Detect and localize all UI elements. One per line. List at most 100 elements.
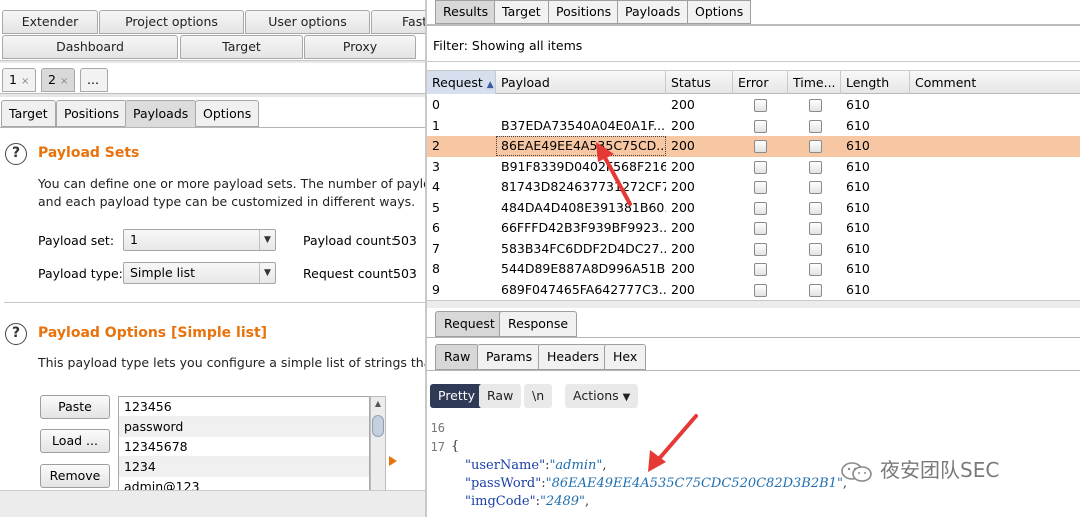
- timeout-checkbox[interactable]: [809, 160, 822, 174]
- tab-raw[interactable]: Raw: [435, 344, 480, 370]
- raw-button[interactable]: Raw: [479, 384, 522, 408]
- column-header-time[interactable]: Time...: [788, 71, 841, 94]
- actions-label: Actions: [573, 388, 619, 403]
- table-row[interactable]: 8 544D89E887A8D996A51B... 200 610: [427, 259, 1080, 280]
- error-checkbox[interactable]: [754, 263, 767, 276]
- load-button[interactable]: Load ...: [40, 429, 110, 453]
- expand-arrow-icon[interactable]: [389, 456, 397, 466]
- filter-bar[interactable]: Filter: Showing all items: [427, 30, 1080, 62]
- tab-target[interactable]: Target: [1, 100, 56, 127]
- table-row[interactable]: 7 583B34FC6DDF2D4DC27... 200 610: [427, 239, 1080, 260]
- error-checkbox[interactable]: [754, 140, 767, 153]
- tab-dashboard[interactable]: Dashboard: [2, 35, 178, 59]
- table-row[interactable]: 4 81743D824637731272CF7... 200 610: [427, 177, 1080, 198]
- timeout-checkbox[interactable]: [809, 99, 822, 112]
- help-icon[interactable]: ?: [5, 143, 27, 165]
- column-header-length[interactable]: Length: [841, 71, 910, 94]
- error-checkbox[interactable]: [754, 119, 767, 133]
- payload-list-scrollbar[interactable]: ▲: [370, 396, 386, 496]
- tab-extender[interactable]: Extender: [2, 10, 98, 34]
- close-icon[interactable]: ×: [21, 76, 29, 87]
- timeout-checkbox[interactable]: [809, 222, 822, 235]
- error-checkbox[interactable]: [754, 201, 767, 215]
- table-row[interactable]: 0 200 610: [427, 95, 1080, 116]
- tab-hex[interactable]: Hex: [604, 344, 647, 370]
- timeout-checkbox[interactable]: [809, 119, 822, 133]
- tab-payloads[interactable]: Payloads: [125, 100, 197, 127]
- table-row[interactable]: 9 689F047465FA642777C3... 200 610: [427, 280, 1080, 301]
- remove-button[interactable]: Remove: [40, 464, 110, 488]
- message-view-tabs: Raw Params Headers Hex: [427, 344, 1080, 371]
- json-key: "passWord": [465, 476, 542, 491]
- scrollbar-thumb[interactable]: [372, 415, 384, 437]
- tab-params[interactable]: Params: [477, 344, 542, 370]
- payload-count-value: 503: [393, 233, 417, 248]
- error-checkbox[interactable]: [754, 242, 767, 256]
- watermark: 夜安团队SEC: [840, 454, 999, 483]
- cell-req: 1: [432, 117, 440, 133]
- pretty-button[interactable]: Pretty: [430, 384, 484, 408]
- payload-type-select[interactable]: Simple list ▼: [123, 262, 276, 284]
- pane-splitter[interactable]: [427, 300, 1080, 308]
- tab-fast[interactable]: Fast: [371, 10, 425, 34]
- paste-button[interactable]: Paste: [40, 395, 110, 419]
- timeout-checkbox[interactable]: [809, 242, 822, 256]
- attack-tab-label: 2: [48, 72, 56, 87]
- sort-asc-icon: ▲: [486, 80, 494, 90]
- payload-list[interactable]: 123456 password 12345678 1234 admin@123: [118, 396, 370, 496]
- column-header-payload[interactable]: Payload: [496, 71, 666, 94]
- table-row[interactable]: 1 B37EDA73540A04E0A1F... 200 610: [427, 116, 1080, 137]
- column-header-status[interactable]: Status: [666, 71, 733, 94]
- cell-payload: B91F8339D0402F568F216...: [501, 158, 666, 174]
- timeout-checkbox[interactable]: [809, 283, 822, 297]
- timeout-checkbox[interactable]: [809, 263, 822, 276]
- list-item[interactable]: 123456: [119, 397, 369, 417]
- error-checkbox[interactable]: [754, 181, 767, 194]
- error-checkbox[interactable]: [754, 99, 767, 112]
- attack-tab-more[interactable]: ...: [80, 68, 108, 92]
- tab-options[interactable]: Options: [195, 100, 260, 127]
- scroll-up-icon[interactable]: ▲: [371, 397, 385, 411]
- focus-outline: [496, 136, 666, 156]
- cell-payload: 81743D824637731272CF7...: [501, 179, 666, 194]
- list-item[interactable]: password: [119, 417, 369, 437]
- error-checkbox[interactable]: [754, 160, 767, 174]
- table-row[interactable]: 5 484DA4D408E391381B60... 200 610: [427, 198, 1080, 219]
- timeout-checkbox[interactable]: [809, 181, 822, 194]
- tab-positions[interactable]: Positions: [548, 0, 620, 24]
- tab-request[interactable]: Request: [435, 311, 504, 337]
- list-item[interactable]: 12345678: [119, 437, 369, 457]
- actions-menu-button[interactable]: Actions ▼: [565, 384, 639, 408]
- tab-options[interactable]: Options: [687, 0, 752, 24]
- table-row[interactable]: 6 66FFFD42B3F939BF9923... 200 610: [427, 218, 1080, 239]
- payload-set-select[interactable]: 1 ▼: [123, 229, 276, 251]
- close-icon[interactable]: ×: [60, 76, 68, 87]
- table-row[interactable]: 3 B91F8339D0402F568F216... 200 610: [427, 157, 1080, 178]
- payload-sets-heading: Payload Sets: [38, 145, 140, 161]
- tab-results[interactable]: Results: [435, 0, 497, 24]
- list-item[interactable]: 1234: [119, 457, 369, 477]
- tab-payloads[interactable]: Payloads: [617, 0, 689, 24]
- attack-tab-1[interactable]: 1 ×: [2, 68, 37, 92]
- tab-headers[interactable]: Headers: [538, 344, 609, 370]
- newline-toggle-button[interactable]: \n: [524, 384, 553, 408]
- tab-proxy[interactable]: Proxy: [304, 35, 416, 59]
- tab-project-options[interactable]: Project options: [99, 10, 244, 34]
- tab-user-options[interactable]: User options: [245, 10, 370, 34]
- payload-options-heading: Payload Options [Simple list]: [38, 325, 268, 341]
- tab-response[interactable]: Response: [499, 311, 578, 337]
- error-checkbox[interactable]: [754, 283, 767, 297]
- table-row[interactable]: 2 86EAE49EE4A535C75CD... 200 610: [427, 136, 1080, 157]
- tab-target[interactable]: Target: [180, 35, 303, 59]
- column-header-request[interactable]: Request ▲: [427, 71, 496, 94]
- column-header-comment[interactable]: Comment: [910, 71, 1080, 94]
- error-checkbox[interactable]: [754, 222, 767, 235]
- tab-positions[interactable]: Positions: [56, 100, 128, 127]
- timeout-checkbox[interactable]: [809, 201, 822, 215]
- timeout-checkbox[interactable]: [809, 140, 822, 153]
- code-open-brace: {: [451, 439, 460, 454]
- column-header-error[interactable]: Error: [733, 71, 788, 94]
- tab-target[interactable]: Target: [494, 0, 549, 24]
- help-icon[interactable]: ?: [5, 323, 27, 345]
- attack-tab-2[interactable]: 2 ×: [41, 68, 76, 92]
